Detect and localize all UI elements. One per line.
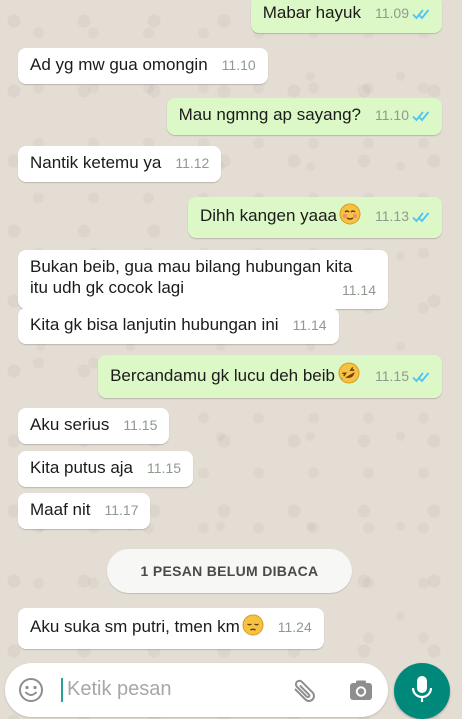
message-time: 11.10 bbox=[221, 57, 256, 73]
message-bubble-incoming[interactable]: Bukan beib, gua mau bilang hubungan kita… bbox=[18, 250, 388, 309]
message-bubble-incoming[interactable]: Aku serius 11.15 bbox=[18, 408, 170, 444]
message-input[interactable]: Ketik pesan bbox=[67, 678, 172, 701]
message-text: Dihh kangen yaaa bbox=[199, 206, 337, 225]
message-bubble-incoming[interactable]: Nantik ketemu ya 11.12 bbox=[18, 146, 222, 182]
message-text: Nantik ketemu ya bbox=[30, 153, 162, 172]
message-text: Ad yg mw gua omongin bbox=[30, 55, 208, 74]
message-text: Aku suka sm putri, tmen km bbox=[30, 617, 240, 636]
camera-icon[interactable] bbox=[347, 677, 375, 705]
message-bubble-incoming[interactable]: Ad yg mw gua omongin 11.10 bbox=[18, 48, 268, 84]
message-text: Kita putus aja bbox=[30, 458, 134, 477]
message-bubble-incoming[interactable]: Maaf nit 11.17 bbox=[18, 493, 151, 529]
double-check-read-icon bbox=[412, 106, 430, 127]
message-time: 11.15 bbox=[375, 368, 409, 384]
message-time: 11.15 bbox=[147, 460, 182, 476]
message-bubble-incoming[interactable]: Kita putus aja 11.15 bbox=[18, 451, 194, 487]
unread-messages-banner: 1 PESAN BELUM DIBACA bbox=[107, 549, 352, 593]
paperclip-icon[interactable] bbox=[289, 676, 319, 706]
message-time: 11.13 bbox=[375, 208, 409, 224]
message-text: Bercandamu gk lucu deh beib bbox=[110, 366, 335, 385]
emoji-icon[interactable] bbox=[18, 677, 44, 703]
blushing-face-icon bbox=[339, 203, 361, 230]
message-bubble-incoming[interactable]: Kita gk bisa lanjutin hubungan ini 11.14 bbox=[18, 308, 339, 344]
message-time: 11.14 bbox=[292, 317, 327, 333]
message-text-line-1: Bukan beib, gua mau bilang hubungan kita bbox=[30, 257, 353, 276]
message-time: 11.15 bbox=[123, 417, 158, 433]
message-text: Mau ngmng ap sayang? bbox=[178, 105, 361, 124]
message-bubble-outgoing[interactable]: Mabar hayuk 11.09 bbox=[250, 0, 442, 33]
microphone-icon bbox=[411, 674, 433, 709]
message-text: Kita gk bisa lanjutin hubungan ini bbox=[30, 315, 279, 334]
message-bubble-incoming[interactable]: Aku suka sm putri, tmen km 11.24 bbox=[18, 608, 324, 649]
message-time: 11.10 bbox=[375, 107, 409, 123]
message-bubble-outgoing[interactable]: Mau ngmng ap sayang? 11.10 bbox=[166, 98, 442, 135]
double-check-read-icon bbox=[412, 207, 430, 228]
message-composer: Ketik pesan bbox=[5, 663, 388, 717]
rolling-laughing-face-icon bbox=[337, 361, 361, 390]
message-time: 11.09 bbox=[375, 5, 409, 21]
double-check-read-icon bbox=[412, 367, 430, 388]
message-text: Maaf nit bbox=[30, 500, 91, 519]
double-check-read-icon bbox=[412, 4, 430, 25]
message-bubble-outgoing[interactable]: Bercandamu gk lucu deh beib 11.15 bbox=[98, 355, 442, 398]
microphone-button[interactable] bbox=[394, 663, 450, 719]
chat-area: Mabar hayuk 11.09 Ad yg mw gua omongin 11.… bbox=[0, 0, 462, 650]
message-text: Aku serius bbox=[30, 415, 110, 434]
message-time: 11.24 bbox=[277, 619, 312, 635]
text-cursor bbox=[61, 678, 63, 702]
pensive-face-icon bbox=[242, 614, 264, 641]
message-text: Mabar hayuk bbox=[262, 3, 361, 22]
message-bubble-outgoing[interactable]: Dihh kangen yaaa 11.13 bbox=[187, 197, 442, 238]
message-time: 11.12 bbox=[175, 155, 210, 171]
message-time: 11.17 bbox=[104, 502, 139, 518]
